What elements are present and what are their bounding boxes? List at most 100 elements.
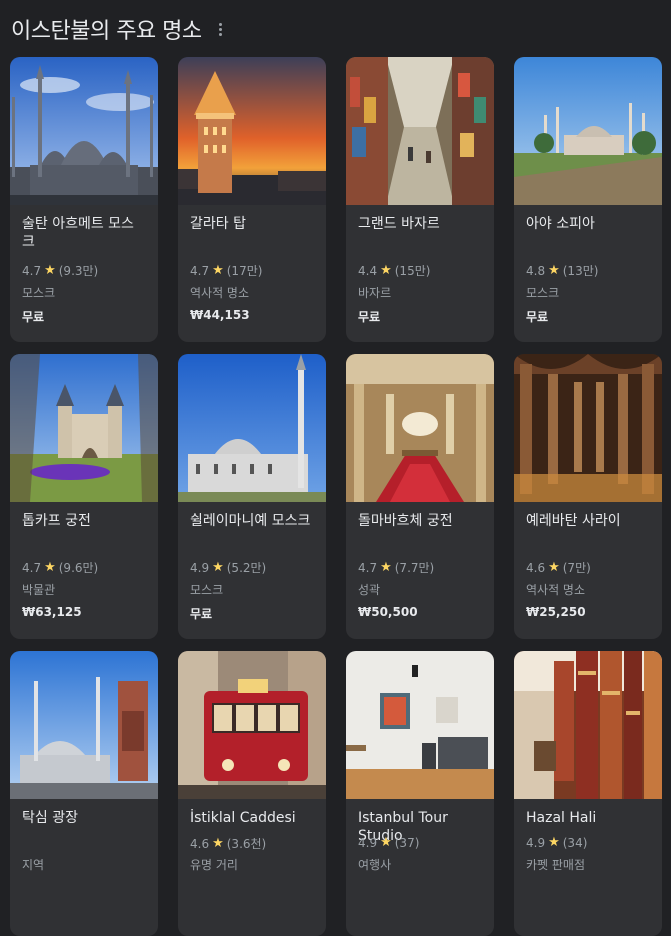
star-icon: ★ [212,560,224,575]
rating: 4.6 ★ (3.6천) [190,835,266,852]
place-category: 모스크 [190,583,224,597]
place-category: 바자르 [358,286,392,300]
star-icon: ★ [212,836,224,851]
rating: 4.7 ★ (9.6만) [22,559,98,576]
review-count: (37) [394,835,420,850]
more-vert-icon[interactable] [216,19,226,39]
place-name: 아야 소피아 [526,216,595,232]
review-count: (34) [562,835,588,850]
place-card[interactable]: 아야 소피아 4.8 ★ (13만) 모스크 무료 [514,57,662,342]
rating: 4.8 ★ (13만) [526,262,598,279]
review-count: (5.2만) [226,561,267,575]
rating-score: 4.7 [190,263,210,278]
place-price: ₩25,250 [526,605,586,619]
dolmabahce-palace-photo [346,354,494,502]
place-card[interactable]: 톱카프 궁전 4.7 ★ (9.6만) 박물관 ₩63,125 [10,354,158,639]
topkapi-palace-photo [10,354,158,502]
place-category: 모스크 [22,286,56,300]
place-category: 박물관 [22,583,56,597]
star-icon: ★ [548,263,560,278]
grand-bazaar-photo [346,57,494,205]
place-name: 술탄 아흐메트 모스크 [22,216,134,250]
place-card[interactable]: Istanbul Tour Studio 4.9 ★ (37) 여행사 [346,651,494,936]
rating: 4.7 ★ (17만) [190,262,262,279]
review-count: (7.7만) [394,561,435,575]
galata-tower-photo [178,57,326,205]
place-card[interactable]: 탁심 광장 지역 [10,651,158,936]
rating-score: 4.7 [358,560,378,575]
place-card[interactable]: 돌마바흐체 궁전 4.7 ★ (7.7만) 성곽 ₩50,500 [346,354,494,639]
rating: 4.9 ★ (37) [358,835,419,850]
place-price: ₩44,153 [190,308,250,322]
place-category: 카펫 판매점 [526,858,586,872]
review-count: (9.3만) [58,264,99,278]
place-name: 돌마바흐체 궁전 [358,513,453,529]
tour-studio-photo [346,651,494,799]
review-count: (15만) [394,264,431,278]
review-count: (17만) [226,264,263,278]
rating: 4.9 ★ (5.2만) [190,559,266,576]
star-icon: ★ [380,560,392,575]
rating-score: 4.9 [190,560,210,575]
star-icon: ★ [44,560,56,575]
place-price: ₩50,500 [358,605,418,619]
star-icon: ★ [380,263,392,278]
place-category: 성곽 [358,583,381,597]
blue-mosque-photo [10,57,158,205]
star-icon: ★ [548,835,560,850]
star-icon: ★ [548,560,560,575]
rating-score: 4.6 [526,560,546,575]
place-card[interactable]: 술탄 아흐메트 모스크 4.7 ★ (9.3만) 모스크 무료 [10,57,158,342]
review-count: (7만) [562,561,591,575]
suleymaniye-mosque-photo [178,354,326,502]
taksim-square-photo [10,651,158,799]
section-title: 이스탄불의 주요 명소 [11,19,202,44]
star-icon: ★ [212,263,224,278]
review-count: (9.6만) [58,561,99,575]
rating: 4.6 ★ (7만) [526,559,591,576]
rating-score: 4.7 [22,263,42,278]
rating: 4.4 ★ (15만) [358,262,430,279]
place-card[interactable]: 갈라타 탑 4.7 ★ (17만) 역사적 명소 ₩44,153 [178,57,326,342]
review-count: (3.6천) [226,837,267,851]
review-count: (13만) [562,264,599,278]
place-name: 톱카프 궁전 [22,513,91,529]
place-card[interactable]: 쉴레이마니예 모스크 4.9 ★ (5.2만) 모스크 무료 [178,354,326,639]
star-icon: ★ [44,263,56,278]
place-category: 모스크 [526,286,560,300]
rating: 4.7 ★ (9.3만) [22,262,98,279]
place-category: 여행사 [358,858,392,872]
place-card[interactable]: 예레바탄 사라이 4.6 ★ (7만) 역사적 명소 ₩25,250 [514,354,662,639]
istiklal-tram-photo [178,651,326,799]
place-category: 유명 거리 [190,858,238,872]
place-category: 지역 [22,858,45,872]
place-card[interactable]: İstiklal Caddesi 4.6 ★ (3.6천) 유명 거리 [178,651,326,936]
place-price: 무료 [190,607,213,621]
place-name: 그랜드 바자르 [358,216,440,232]
place-card[interactable]: 그랜드 바자르 4.4 ★ (15만) 바자르 무료 [346,57,494,342]
star-icon: ★ [380,835,392,850]
rating-score: 4.8 [526,263,546,278]
rating: 4.7 ★ (7.7만) [358,559,434,576]
rating: 4.9 ★ (34) [526,835,587,850]
rating-score: 4.6 [190,836,210,851]
place-card[interactable]: Hazal Hali 4.9 ★ (34) 카펫 판매점 [514,651,662,936]
place-price: ₩63,125 [22,605,82,619]
rating-score: 4.9 [526,835,546,850]
rating-score: 4.4 [358,263,378,278]
place-category: 역사적 명소 [526,583,586,597]
rating-score: 4.9 [358,835,378,850]
place-price: 무료 [526,310,549,324]
rating-score: 4.7 [22,560,42,575]
place-price: 무료 [358,310,381,324]
place-name: 갈라타 탑 [190,216,246,232]
basilica-cistern-photo [514,354,662,502]
section-header: 이스탄불의 주요 명소 [11,14,226,44]
place-category: 역사적 명소 [190,286,250,300]
place-name: 예레바탄 사라이 [526,513,621,529]
carpet-shop-photo [514,651,662,799]
place-price: 무료 [22,310,45,324]
place-name: 탁심 광장 [22,810,78,826]
hagia-sophia-photo [514,57,662,205]
place-name: 쉴레이마니예 모스크 [190,513,311,529]
